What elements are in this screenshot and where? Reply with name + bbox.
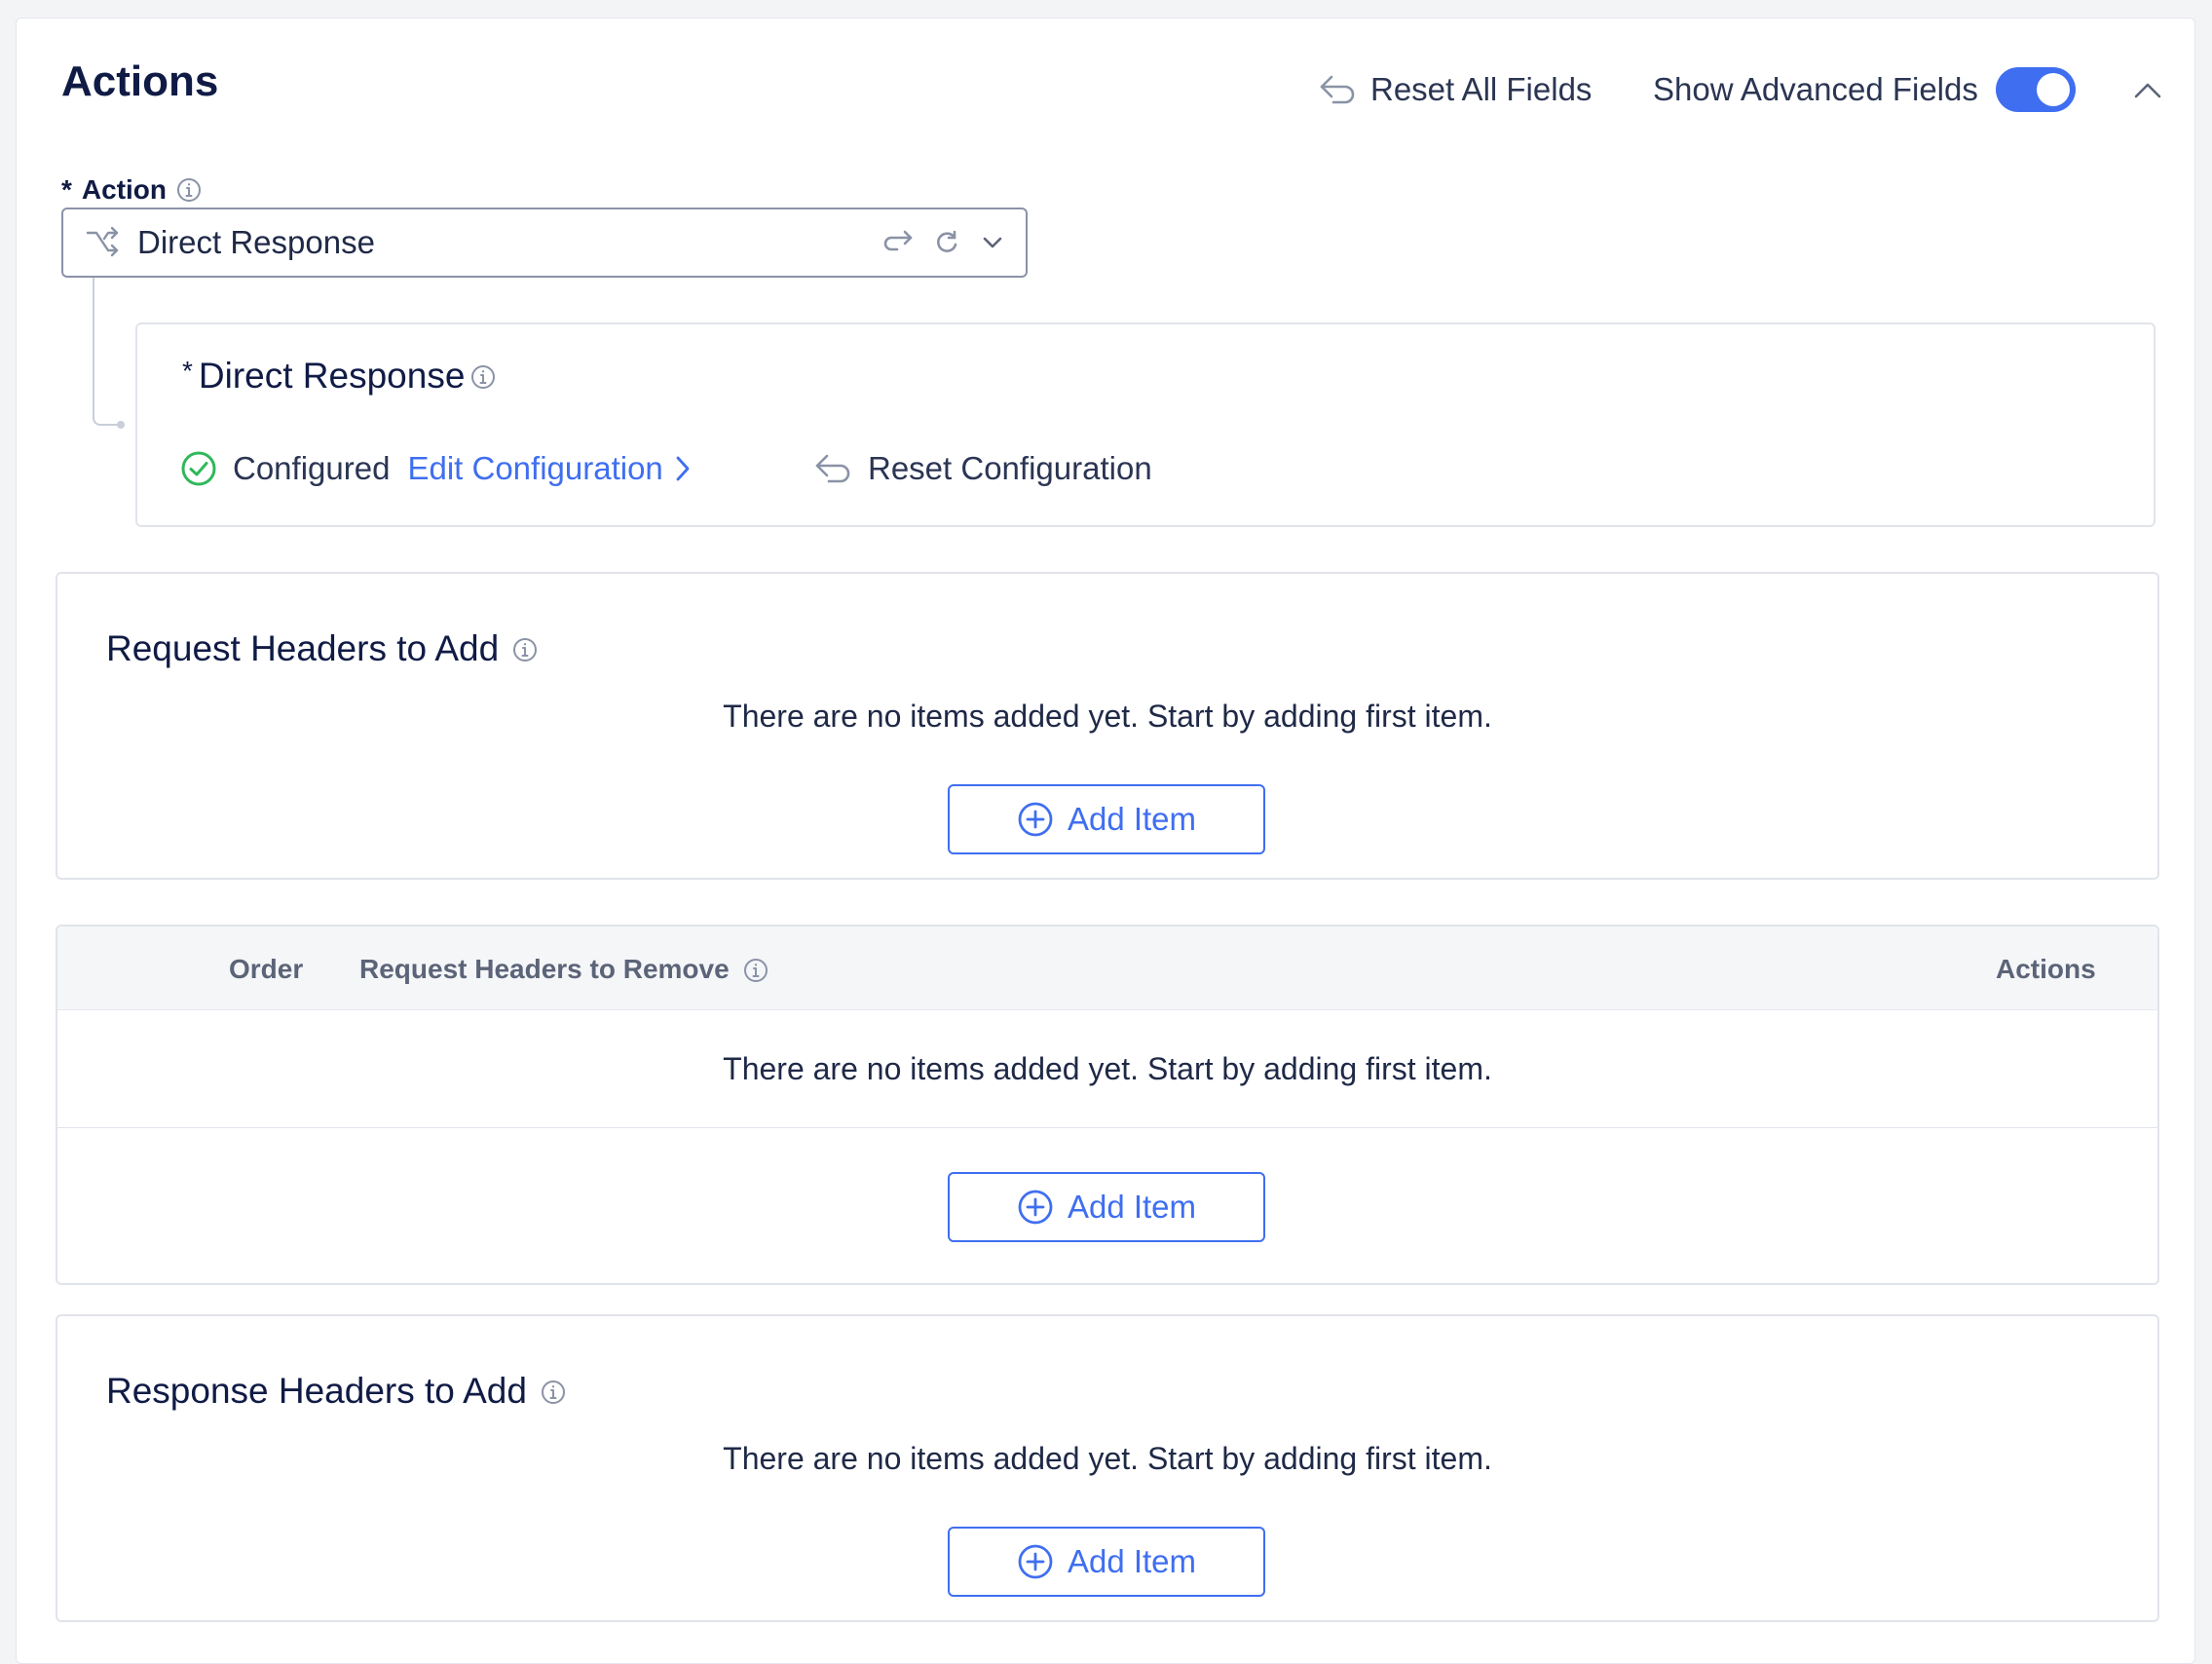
add-item-label: Add Item — [1067, 1543, 1197, 1579]
request-headers-to-remove-table: Order Request Headers to Remove Actions … — [56, 925, 2159, 1285]
action-label-text: Action — [81, 174, 168, 205]
chevron-right-icon — [676, 456, 690, 481]
show-advanced-fields-toggle[interactable] — [1995, 67, 2076, 112]
undo-icon[interactable] — [883, 229, 913, 256]
section-title: Response Headers to Add — [106, 1371, 566, 1412]
edit-configuration-link[interactable]: Edit Configuration — [407, 450, 690, 487]
reset-all-fields-button[interactable]: Reset All Fields — [1318, 62, 1592, 117]
info-icon[interactable] — [743, 957, 769, 982]
page-title: Actions — [61, 57, 219, 105]
column-header-order: Order — [229, 954, 304, 984]
show-advanced-fields-label: Show Advanced Fields — [1653, 71, 1978, 107]
request-headers-to-add-title: Request Headers to Add — [106, 628, 500, 668]
empty-state-text: There are no items added yet. Start by a… — [723, 1441, 1492, 1476]
action-select-value: Direct Response — [137, 224, 375, 260]
required-mark: * — [61, 174, 72, 205]
add-item-label: Add Item — [1067, 801, 1197, 837]
action-select[interactable]: Direct Response — [61, 208, 1028, 278]
row-divider — [57, 1127, 2157, 1128]
response-headers-to-add-title: Response Headers to Add — [106, 1371, 527, 1411]
column-header-actions: Actions — [1996, 954, 2096, 984]
required-mark: * — [182, 356, 193, 386]
direct-response-title-text: Direct Response — [198, 356, 466, 396]
undo-icon — [815, 454, 850, 483]
tree-connector — [93, 278, 118, 426]
configured-status: Configured — [233, 450, 391, 486]
add-item-button[interactable]: Add Item — [948, 1172, 1265, 1242]
configuration-status-row: Configured Edit Configuration — [180, 445, 691, 492]
add-item-label: Add Item — [1067, 1189, 1197, 1225]
info-icon[interactable] — [176, 177, 202, 203]
column-header-request-headers-to-remove: Request Headers to Remove — [359, 954, 769, 985]
reset-configuration-label: Reset Configuration — [868, 450, 1152, 486]
empty-state-text: There are no items added yet. Start by a… — [723, 699, 1492, 734]
info-icon[interactable] — [541, 1379, 566, 1404]
direct-response-title: * Direct Response — [182, 356, 496, 397]
info-icon[interactable] — [470, 363, 496, 389]
actions-panel: Actions Reset All Fields Show Advanced F… — [16, 18, 2195, 1664]
column-header-label: Request Headers to Remove — [359, 954, 730, 984]
plus-circle-icon — [1018, 1190, 1053, 1225]
add-item-button[interactable]: Add Item — [948, 1527, 1265, 1597]
edit-configuration-label: Edit Configuration — [407, 450, 663, 486]
undo-icon — [1320, 75, 1355, 104]
plus-circle-icon — [1018, 802, 1053, 837]
show-advanced-fields: Show Advanced Fields — [1653, 62, 2076, 117]
reset-all-fields-label: Reset All Fields — [1370, 71, 1593, 107]
section-title: Request Headers to Add — [106, 628, 538, 669]
chevron-up-icon — [2134, 83, 2161, 98]
table-header: Order Request Headers to Remove Actions — [57, 927, 2157, 1010]
empty-state-text: There are no items added yet. Start by a… — [723, 1051, 1492, 1086]
action-field-label: * Action — [61, 174, 202, 206]
direct-response-card — [135, 322, 2156, 527]
collapse-button[interactable] — [2124, 67, 2171, 114]
tree-connector-dot — [117, 421, 125, 429]
refresh-icon[interactable] — [934, 230, 959, 255]
request-headers-to-add-section: Request Headers to Add There are no item… — [56, 572, 2159, 880]
reset-configuration-button[interactable]: Reset Configuration — [813, 445, 1152, 492]
add-item-button[interactable]: Add Item — [948, 784, 1265, 854]
split-arrows-icon — [86, 226, 119, 257]
chevron-down-icon[interactable] — [981, 235, 1004, 250]
response-headers-to-add-section: Response Headers to Add There are no ite… — [56, 1314, 2159, 1622]
plus-circle-icon — [1018, 1544, 1053, 1579]
check-circle-icon — [181, 451, 216, 486]
info-icon[interactable] — [512, 636, 538, 662]
